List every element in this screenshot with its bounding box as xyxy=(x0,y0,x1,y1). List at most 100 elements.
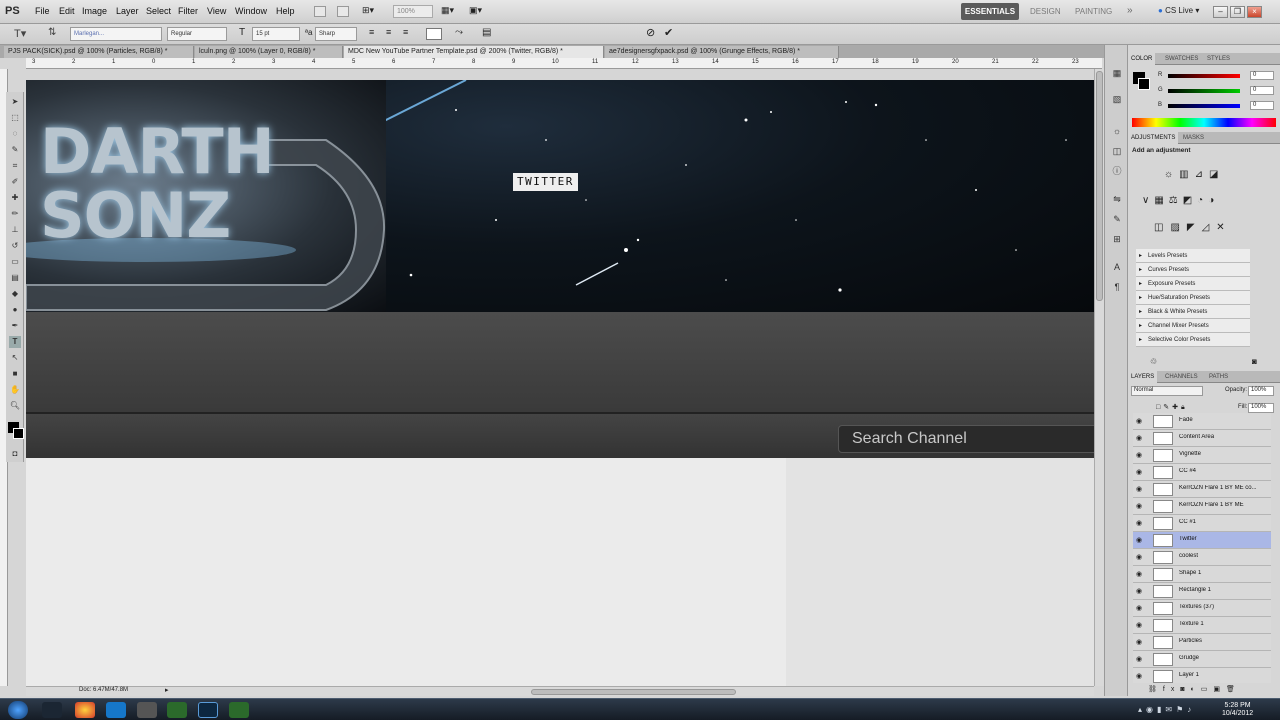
type-tool-preset-icon[interactable]: T▾ xyxy=(14,27,26,40)
zoom-level[interactable]: 100% xyxy=(393,5,433,18)
character-panel-icon[interactable]: A xyxy=(1111,261,1123,273)
crop-tool-icon[interactable]: ⌗ xyxy=(9,160,21,172)
pen-tool-icon[interactable]: ✒ xyxy=(9,320,21,332)
taskbar-app-icon[interactable] xyxy=(137,702,157,718)
color-panel-icon[interactable]: ▦ xyxy=(1111,67,1123,79)
workspace-painting[interactable]: PAINTING xyxy=(1075,7,1112,16)
history-panel-icon[interactable]: ⇋ xyxy=(1111,193,1123,205)
eraser-tool-icon[interactable]: ▭ xyxy=(9,256,21,268)
screen-mode-icon[interactable]: ▣▾ xyxy=(469,5,489,18)
cs-live-button[interactable]: ● CS Live ▾ xyxy=(1158,6,1199,15)
layer-row[interactable]: ◉ Texture 1 xyxy=(1133,617,1271,634)
start-button[interactable] xyxy=(8,701,28,719)
status-menu-arrow-icon[interactable]: ▸ xyxy=(165,686,169,694)
layer-row[interactable]: ◉ Layer 1 xyxy=(1133,668,1271,683)
menu-view[interactable]: View xyxy=(207,6,226,16)
visibility-eye-icon[interactable]: ◉ xyxy=(1136,621,1142,629)
preset-item[interactable]: ▸ Levels Presets xyxy=(1136,249,1250,263)
tab-styles[interactable]: STYLES xyxy=(1204,53,1233,65)
warp-text-icon[interactable]: ⤳ xyxy=(455,27,463,38)
brushes-panel-icon[interactable]: ✎ xyxy=(1111,213,1123,225)
blue-value[interactable]: 0 xyxy=(1250,101,1274,110)
lasso-tool-icon[interactable]: ◌ xyxy=(9,128,21,140)
adjustment-icons-row-2[interactable]: ∨▦⚖◩◔◑ xyxy=(1142,195,1272,209)
antialias-select[interactable]: Sharp xyxy=(315,27,357,41)
text-color-swatch[interactable] xyxy=(426,28,442,40)
marquee-tool-icon[interactable]: ⬚ xyxy=(9,112,21,124)
character-panel-icon[interactable]: ▤ xyxy=(482,27,491,38)
close-button[interactable]: × xyxy=(1247,6,1262,18)
tab-adjustments[interactable]: ADJUSTMENTS xyxy=(1128,132,1179,144)
path-select-tool-icon[interactable]: ↖ xyxy=(9,352,21,364)
green-slider[interactable] xyxy=(1168,89,1240,93)
taskbar-photoshop-icon[interactable] xyxy=(198,702,218,718)
info-panel-icon[interactable]: ⓘ xyxy=(1111,165,1123,177)
adjustment-icons-row-1[interactable]: ☼▥⊿◪ xyxy=(1164,169,1264,183)
layer-row[interactable]: ◉ KerrOZN Flare 1 BY ME xyxy=(1133,498,1271,515)
layer-row[interactable]: ◉ coolest xyxy=(1133,549,1271,566)
workspace-essentials[interactable]: ESSENTIALS xyxy=(961,3,1019,20)
visibility-eye-icon[interactable]: ◉ xyxy=(1136,672,1142,680)
layer-row[interactable]: ◉ KerrOZN Flare 1 BY ME co... xyxy=(1133,481,1271,498)
masks-panel-icon[interactable]: ◫ xyxy=(1111,145,1123,157)
clone-stamp-tool-icon[interactable]: ⊥ xyxy=(9,224,21,236)
tab-swatches[interactable]: SWATCHES xyxy=(1162,53,1201,65)
menu-edit[interactable]: Edit xyxy=(59,6,75,16)
tab-channels[interactable]: CHANNELS xyxy=(1162,371,1201,383)
horizontal-scroll-thumb[interactable] xyxy=(531,689,736,695)
menu-select[interactable]: Select xyxy=(146,6,171,16)
adjustments-panel-icon[interactable]: ☼ xyxy=(1111,125,1123,137)
adjustment-panel-options-icon[interactable]: ◙ xyxy=(1252,357,1257,366)
taskbar-app2-icon[interactable] xyxy=(229,702,249,718)
color-bg-swatch[interactable] xyxy=(1138,78,1150,90)
quick-select-tool-icon[interactable]: ✎ xyxy=(9,144,21,156)
layer-row[interactable]: ◉ Fade xyxy=(1133,413,1271,430)
preset-item[interactable]: ▸ Curves Presets xyxy=(1136,263,1250,277)
taskbar-skype-icon[interactable] xyxy=(106,702,126,718)
preset-item[interactable]: ▸ Exposure Presets xyxy=(1136,277,1250,291)
move-tool-icon[interactable]: ➤ xyxy=(9,96,21,108)
menu-window[interactable]: Window xyxy=(235,6,267,16)
menu-filter[interactable]: Filter xyxy=(178,6,198,16)
arrange-documents-icon[interactable]: ▦▾ xyxy=(441,5,461,18)
font-size-select[interactable]: 15 pt xyxy=(252,27,300,41)
clone-source-panel-icon[interactable]: ⊞ xyxy=(1111,233,1123,245)
align-right-icon[interactable]: ≡ xyxy=(403,27,408,37)
opacity-field[interactable]: 100% xyxy=(1248,386,1274,396)
launch-bridge-icon[interactable] xyxy=(314,6,326,17)
green-value[interactable]: 0 xyxy=(1250,86,1274,95)
red-value[interactable]: 0 xyxy=(1250,71,1274,80)
healing-brush-tool-icon[interactable]: ✚ xyxy=(9,192,21,204)
font-style-select[interactable]: Regular xyxy=(167,27,227,41)
minimize-button[interactable]: – xyxy=(1213,6,1228,18)
history-brush-tool-icon[interactable]: ↺ xyxy=(9,240,21,252)
preset-item[interactable]: ▸ Hue/Saturation Presets xyxy=(1136,291,1250,305)
visibility-eye-icon[interactable]: ◉ xyxy=(1136,570,1142,578)
tab-masks[interactable]: MASKS xyxy=(1180,132,1207,144)
zoom-tool-icon[interactable]: 🔍︎ xyxy=(9,400,21,412)
workspace-design[interactable]: DESIGN xyxy=(1030,7,1061,16)
menu-layer[interactable]: Layer xyxy=(116,6,139,16)
background-color-swatch[interactable] xyxy=(13,428,24,439)
hand-tool-icon[interactable]: ✋ xyxy=(9,384,21,396)
quick-mask-icon[interactable]: ◘ xyxy=(9,448,21,460)
layer-row[interactable]: ◉ Twitter xyxy=(1133,532,1271,549)
lock-icons[interactable]: □✎✚🔒︎ xyxy=(1156,403,1188,412)
twitter-text-layer[interactable]: TWITTER xyxy=(513,173,578,191)
cancel-edit-icon[interactable]: ⊘ xyxy=(646,26,655,39)
fill-field[interactable]: 100% xyxy=(1248,403,1274,413)
layer-row[interactable]: ◉ CC #1 xyxy=(1133,515,1271,532)
text-orientation-icon[interactable]: ⇅ xyxy=(48,27,56,38)
tab-layers[interactable]: LAYERS xyxy=(1128,371,1158,383)
align-left-icon[interactable]: ≡ xyxy=(369,27,374,37)
layer-row[interactable]: ◉ Textures (37) xyxy=(1133,600,1271,617)
paragraph-panel-icon[interactable]: ¶ xyxy=(1111,281,1123,293)
visibility-eye-icon[interactable]: ◉ xyxy=(1136,434,1142,442)
visibility-eye-icon[interactable]: ◉ xyxy=(1136,451,1142,459)
doc-size[interactable]: Doc: 6.47M/47.8M xyxy=(79,687,128,693)
blur-tool-icon[interactable]: ◆ xyxy=(9,288,21,300)
blue-slider[interactable] xyxy=(1168,104,1240,108)
layer-row[interactable]: ◉ Vignette xyxy=(1133,447,1271,464)
adjustment-icons-row-3[interactable]: ◫▨◤◿✕ xyxy=(1154,222,1264,236)
visibility-eye-icon[interactable]: ◉ xyxy=(1136,519,1142,527)
